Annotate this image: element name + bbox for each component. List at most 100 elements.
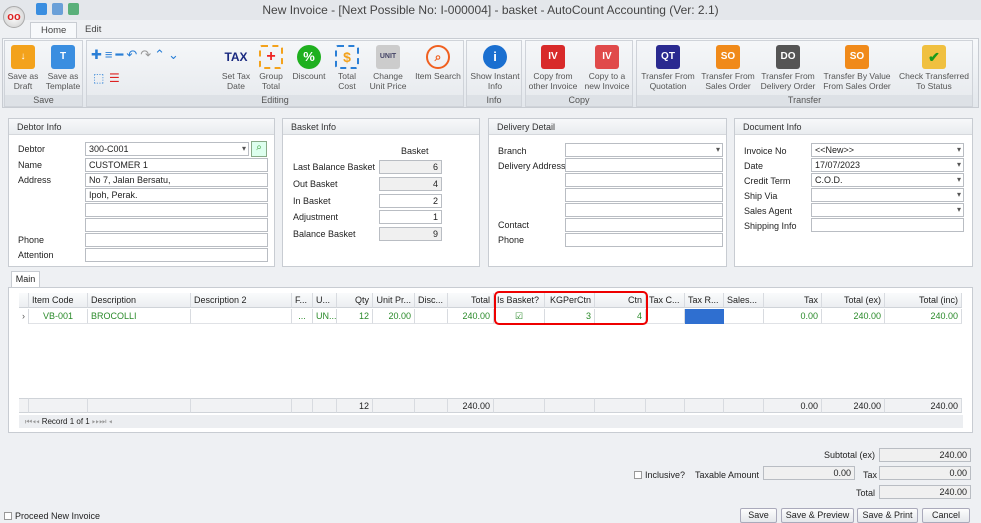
footer-cell[interactable] [724, 398, 764, 413]
contact-field[interactable] [565, 218, 723, 232]
proceed-new-invoice-checkbox[interactable] [4, 512, 12, 520]
transfer-by-value-button[interactable]: SO Transfer By Value From Sales Order [821, 43, 893, 91]
debtor-lookup-icon[interactable]: ⌕ [251, 141, 267, 157]
save-icon[interactable] [36, 3, 47, 15]
footer-cell[interactable] [313, 398, 337, 413]
column-header[interactable]: F... [292, 293, 313, 308]
footer-cell[interactable]: 0.00 [764, 398, 822, 413]
column-header[interactable]: Tax R... [685, 293, 724, 308]
address-line-4[interactable] [85, 218, 268, 232]
footer-cell[interactable] [373, 398, 415, 413]
table-cell[interactable]: ... [292, 309, 313, 324]
footer-cell[interactable]: 240.00 [448, 398, 494, 413]
attention-field[interactable] [85, 248, 268, 262]
column-header[interactable]: Item Code [29, 293, 88, 308]
table-cell[interactable]: 240.00 [822, 309, 885, 324]
delivery-address-line-4[interactable] [565, 203, 723, 217]
item-search-button[interactable]: ⌕ Item Search [413, 43, 463, 81]
sales-agent-select[interactable] [811, 203, 964, 217]
app-menu-button[interactable]: oo [3, 6, 25, 28]
save-button[interactable]: Save [740, 508, 777, 523]
change-unit-price-button[interactable]: UNIT Change Unit Price [367, 43, 409, 91]
save-as-draft-button[interactable]: ↓ Save as Draft [5, 43, 41, 91]
phone-field[interactable] [85, 233, 268, 247]
column-header[interactable]: Description 2 [191, 293, 292, 308]
delivery-address-line-2[interactable] [565, 173, 723, 187]
discount-button[interactable]: % Discount [291, 43, 327, 81]
invoice-no-field[interactable]: <<New>> [811, 143, 964, 157]
credit-term-select[interactable]: C.O.D. [811, 173, 964, 187]
address-line-1[interactable]: No 7, Jalan Bersatu, [85, 173, 268, 187]
column-header[interactable]: U... [313, 293, 337, 308]
footer-cell[interactable]: 12 [337, 398, 373, 413]
name-field[interactable]: CUSTOMER 1 [85, 158, 268, 172]
footer-cell[interactable]: 240.00 [885, 398, 962, 413]
date-field[interactable]: 17/07/2023 [811, 158, 964, 172]
column-header[interactable]: Tax C... [646, 293, 685, 308]
show-instant-info-button[interactable]: i Show Instant Info [467, 43, 523, 91]
debtor-select[interactable]: 300-C001 [85, 142, 249, 156]
footer-cell[interactable] [685, 398, 724, 413]
column-header[interactable]: Total (inc) [885, 293, 962, 308]
transfer-from-quotation-button[interactable]: QT Transfer From Quotation [639, 43, 697, 91]
footer-cell[interactable] [545, 398, 595, 413]
footer-cell[interactable]: 240.00 [822, 398, 885, 413]
table-cell[interactable] [646, 309, 685, 324]
branch-select[interactable] [565, 143, 723, 157]
tab-home[interactable]: Home [30, 22, 78, 38]
table-cell[interactable]: VB-001 [29, 309, 88, 324]
copy-from-other-invoice-button[interactable]: IV Copy from other Invoice [526, 43, 580, 91]
set-tax-date-button[interactable]: TAX Set Tax Date [219, 43, 253, 91]
address-line-2[interactable]: Ipoh, Perak. [85, 188, 268, 202]
save-preview-button[interactable]: Save & Preview [781, 508, 854, 523]
list-icon[interactable]: ☰ [109, 71, 120, 85]
in-basket-field[interactable]: 2 [379, 194, 442, 208]
footer-cell[interactable] [191, 398, 292, 413]
column-header[interactable]: Qty [337, 293, 373, 308]
table-cell[interactable]: BROCOLLI [88, 309, 191, 324]
selected-cell[interactable] [685, 309, 724, 324]
cancel-button[interactable]: Cancel [922, 508, 970, 523]
column-header[interactable]: Description [88, 293, 191, 308]
save-print-button[interactable]: Save & Print [857, 508, 918, 523]
transfer-from-sales-order-button[interactable]: SO Transfer From Sales Order [699, 43, 757, 91]
footer-cell[interactable] [415, 398, 448, 413]
column-header[interactable]: Total [448, 293, 494, 308]
table-cell[interactable]: 0.00 [764, 309, 822, 324]
footer-cell[interactable] [646, 398, 685, 413]
table-cell[interactable]: 12 [337, 309, 373, 324]
select-icon[interactable]: ⬚ [93, 71, 104, 85]
row-edit-icons[interactable]: ✚≡━↶↷⌃⌄ [91, 47, 182, 63]
tab-main[interactable]: Main [11, 271, 40, 288]
table-cell[interactable] [724, 309, 764, 324]
record-navigator[interactable]: ⏮◂◂ Record 1 of 1 ▸▸⏭ ◂ [19, 415, 963, 428]
group-total-button[interactable]: + Group Total [255, 43, 287, 91]
save-new-icon[interactable] [68, 3, 79, 15]
ship-via-select[interactable] [811, 188, 964, 202]
inclusive-checkbox[interactable] [634, 471, 642, 479]
column-header[interactable]: Tax [764, 293, 822, 308]
table-cell[interactable]: 240.00 [885, 309, 962, 324]
column-header[interactable]: Unit Pr... [373, 293, 415, 308]
column-header[interactable]: Sales... [724, 293, 764, 308]
footer-cell[interactable] [595, 398, 646, 413]
column-header[interactable]: Total (ex) [822, 293, 885, 308]
column-header[interactable]: Disc... [415, 293, 448, 308]
save-as-template-button[interactable]: T Save as Template [43, 43, 83, 91]
footer-cell[interactable] [292, 398, 313, 413]
save-as-icon[interactable] [52, 3, 63, 15]
table-cell[interactable] [415, 309, 448, 324]
delivery-address-line-3[interactable] [565, 188, 723, 202]
nav-first-prev-icons[interactable]: ⏮◂◂ [25, 417, 39, 426]
table-cell[interactable]: 240.00 [448, 309, 494, 324]
address-line-3[interactable] [85, 203, 268, 217]
delivery-phone-field[interactable] [565, 233, 723, 247]
tab-edit[interactable]: Edit [75, 22, 111, 38]
delivery-address-line-1[interactable] [565, 158, 723, 172]
check-transferred-button[interactable]: ✔ Check Transferred To Status [897, 43, 971, 91]
total-cost-button[interactable]: $ Total Cost [331, 43, 363, 91]
table-cell[interactable] [191, 309, 292, 324]
transfer-from-delivery-order-button[interactable]: DO Transfer From Delivery Order [759, 43, 817, 91]
adjustment-field[interactable]: 1 [379, 210, 442, 224]
nav-next-last-icons[interactable]: ▸▸⏭ ◂ [92, 417, 112, 426]
